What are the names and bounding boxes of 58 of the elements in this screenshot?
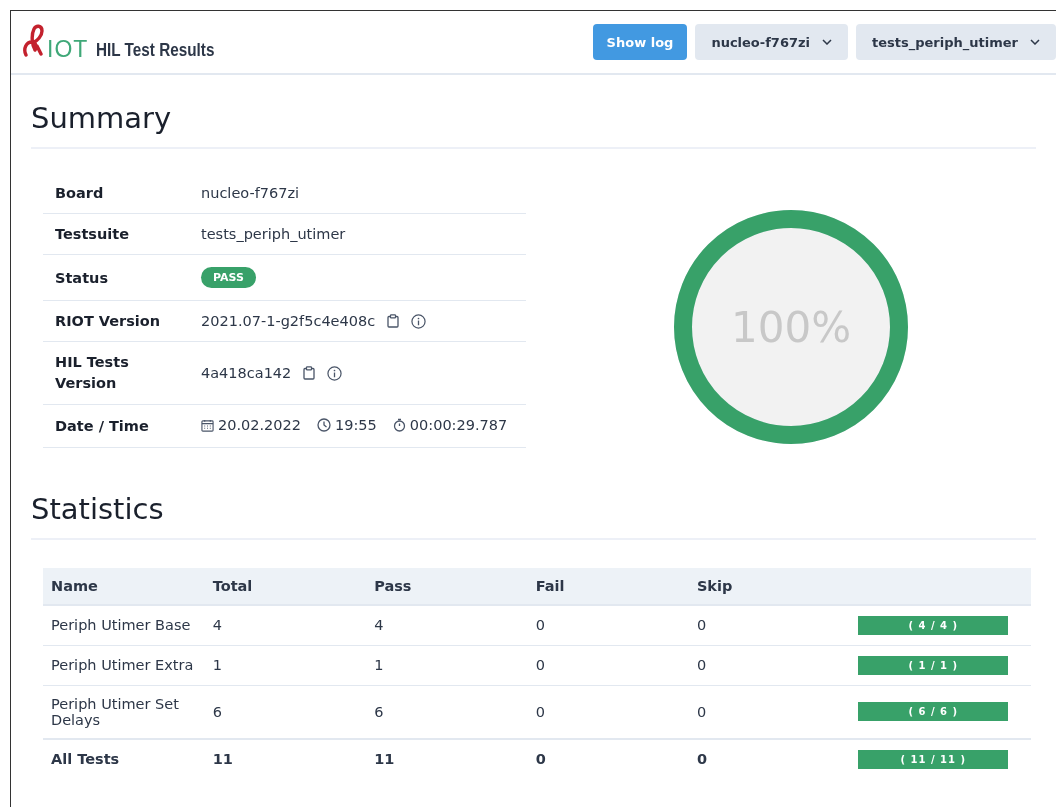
stopwatch-icon <box>392 418 406 432</box>
table-cell: 0 <box>535 617 545 633</box>
column-header: Pass <box>374 577 412 594</box>
column-header: Skip <box>696 577 733 594</box>
column-header: Fail <box>535 577 565 594</box>
table-cell: 4 <box>374 617 384 633</box>
table-cell: Periph Utimer Set Delays <box>51 695 179 728</box>
table-cell: Periph Utimer Extra <box>51 657 194 673</box>
field-value: 4a418ca142 <box>201 365 292 381</box>
table-cell: Periph Utimer Base <box>51 617 191 633</box>
table-cell: 1 <box>374 657 384 673</box>
table-cell: 1 <box>212 657 222 673</box>
duration-text: 00:00:29.787 <box>409 417 508 433</box>
clipboard-icon[interactable] <box>387 314 400 328</box>
table-cell: 11 <box>374 751 395 767</box>
table-cell: 4 <box>212 617 222 633</box>
table-cell: 6 <box>212 703 222 720</box>
field-value: nucleo-f767zi <box>201 185 300 201</box>
table-cell: 0 <box>696 657 707 673</box>
progress-text: ( 6 / 6 ) <box>907 705 960 719</box>
column-header: Name <box>51 577 98 594</box>
time-text: 19:55 <box>335 417 377 433</box>
clipboard-icon[interactable] <box>303 366 316 380</box>
logo-text: IOT <box>47 37 89 61</box>
table-cell: 0 <box>696 703 707 720</box>
field-value: tests_periph_utimer <box>201 226 346 242</box>
status-badge: PASS <box>201 267 256 288</box>
table-cell: All Tests <box>51 751 120 767</box>
field-label: Testsuite <box>55 226 130 242</box>
table-cell: 6 <box>374 703 384 720</box>
section-heading: Summary <box>31 101 1036 149</box>
table-cell: 0 <box>696 751 707 767</box>
dropdown-button[interactable]: tests_periph_utimer <box>856 24 1056 60</box>
progress-text: ( 11 / 11 ) <box>899 752 968 767</box>
progress-text: ( 1 / 1 ) <box>907 658 960 673</box>
chevron-down-icon <box>822 39 832 45</box>
field-value: 2021.07-1-g2f5c4e408c <box>201 313 376 329</box>
app-title: HIL Test Results <box>96 39 215 61</box>
section-heading: Statistics <box>31 491 1036 540</box>
clock-icon <box>317 418 332 432</box>
calendar-icon <box>201 418 214 432</box>
table-cell: 0 <box>535 657 545 673</box>
table-cell: 0 <box>696 617 707 633</box>
field-label: Board <box>55 185 104 201</box>
dropdown-button[interactable]: nucleo-f767zi <box>695 24 848 60</box>
column-header: Total <box>212 577 253 594</box>
field-label: Status <box>55 269 109 286</box>
table-cell: 11 <box>212 751 233 767</box>
info-icon[interactable] <box>327 365 343 381</box>
table-cell: 0 <box>535 751 546 767</box>
field-label: HIL Tests Version <box>55 354 129 391</box>
field-label: RIOT Version <box>55 313 161 329</box>
chevron-down-icon <box>1030 39 1040 45</box>
table-cell: 0 <box>535 703 545 720</box>
field-label: Date / Time <box>55 417 149 434</box>
info-icon[interactable] <box>411 313 427 329</box>
date-text: 20.02.2022 <box>218 417 302 433</box>
progress-text: ( 4 / 4 ) <box>907 618 960 633</box>
